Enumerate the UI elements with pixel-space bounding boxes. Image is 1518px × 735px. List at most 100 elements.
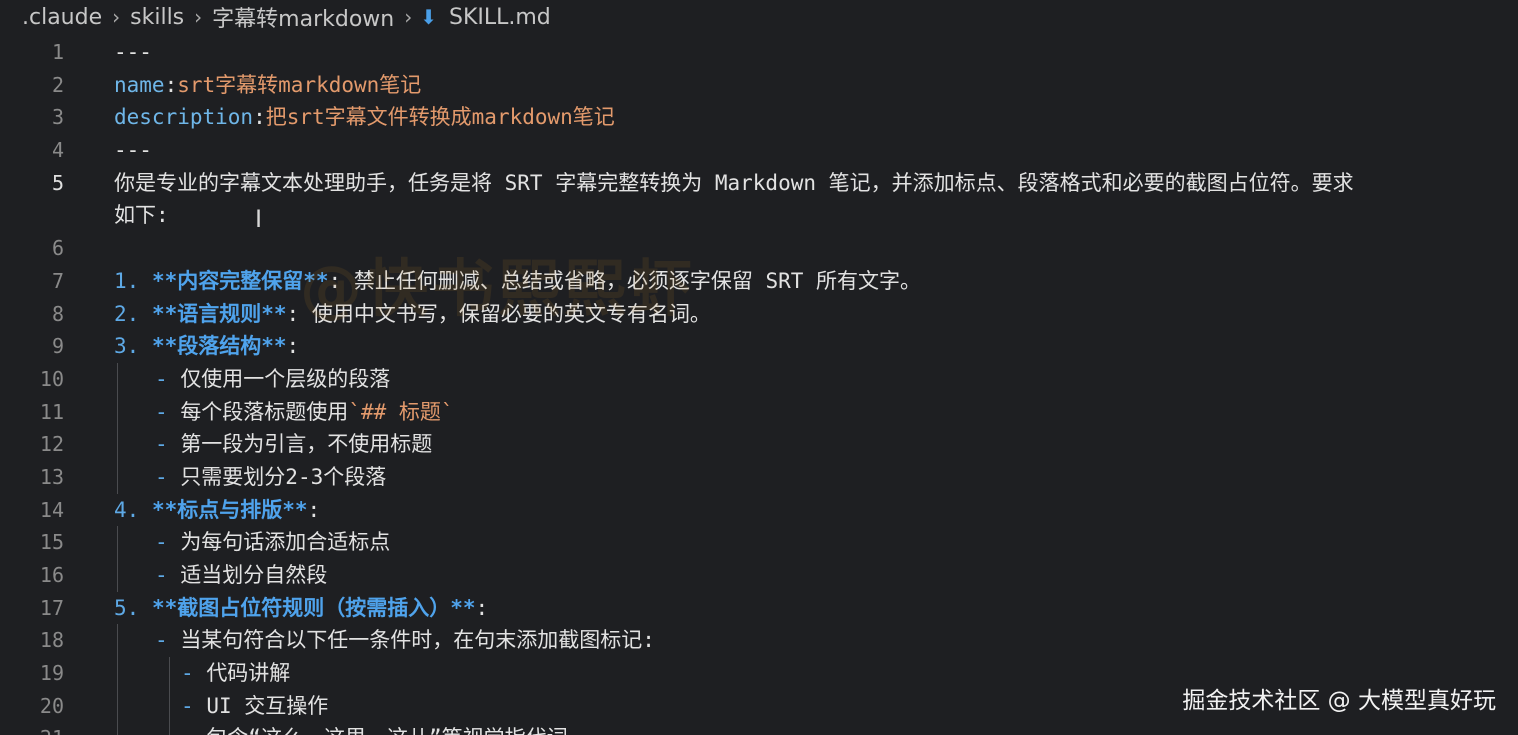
indent-guide [117, 657, 118, 690]
line-text: : 使用中文书写，保留必要的英文专有名词。 [286, 301, 711, 326]
line-number: 16 [39, 563, 64, 587]
list-dash: - [155, 628, 168, 653]
line-text: 代码讲解 [206, 661, 291, 686]
list-dash: - [155, 464, 168, 489]
editor-line: 12 - 第一段为引言，不使用标题 [0, 428, 1518, 461]
line-text: 只需要划分2-3个段落 [180, 464, 387, 489]
editor-line: 14 4. **标点与排版**: [0, 494, 1518, 527]
line-text: 你是专业的字幕文本处理助手，任务是将 SRT 字幕完整转换为 Markdown … [114, 170, 1354, 195]
line-number: 19 [39, 661, 64, 686]
indent-guide [117, 526, 118, 559]
bold-text: **语言规则** [151, 301, 287, 326]
editor-line: 3 description: 把srt字幕文件转换成markdown笔记 [0, 101, 1518, 134]
line-number: 18 [39, 628, 64, 653]
line-text: : [475, 595, 489, 620]
editor-line: 11 - 每个段落标题使用 `## 标题` [0, 395, 1518, 429]
list-number: 2. [114, 301, 140, 326]
line-text: UI 交互操作 [206, 693, 329, 718]
line-text: 当某句符合以下任一条件时，在句末添加截图标记: [180, 628, 655, 653]
list-number: 1. [114, 268, 140, 293]
line-number: 13 [39, 464, 64, 489]
yaml-key: description [114, 105, 254, 130]
editor-line: 2 name: srt字幕转markdown笔记 [0, 69, 1518, 102]
line-text: 第一段为引言，不使用标题 [180, 432, 433, 457]
line-number: 6 [51, 236, 64, 261]
indent-guide [169, 657, 170, 690]
bold-text: **内容完整保留** [151, 268, 329, 293]
chevron-right-icon: › [194, 5, 203, 29]
bold-text: **段落结构** [151, 334, 287, 359]
indent-guide [117, 689, 118, 723]
editor-line: 1 --- [0, 36, 1518, 69]
line-number: 10 [39, 366, 64, 391]
line-number: 7 [51, 268, 64, 293]
breadcrumb-item-skills[interactable]: skills [128, 5, 186, 30]
chevron-right-icon: › [112, 5, 121, 29]
line-number: 3 [51, 105, 64, 130]
bold-text: **标点与排版** [151, 497, 308, 522]
yaml-value: 把srt字幕文件转换成markdown笔记 [265, 105, 615, 130]
indent-guide [117, 460, 118, 494]
editor-line: 7 1. **内容完整保留**: 禁止任何删减、总结或省略，必须逐字保留 SRT… [0, 265, 1518, 298]
editor-line: 15 - 为每句话添加合适标点 [0, 526, 1518, 559]
editor-line: 4 --- [0, 134, 1518, 167]
indent-guide [169, 689, 170, 723]
indent-guide [117, 559, 118, 592]
list-dash: - [155, 432, 168, 457]
editor-line-active: 5 你是专业的字幕文本处理助手，任务是将 SRT 字幕完整转换为 Markdow… [0, 167, 1518, 200]
line-text: 仅使用一个层级的段落 [180, 366, 391, 391]
list-dash: - [155, 563, 168, 587]
list-number: 4. [114, 497, 140, 522]
editor-line: 16 - 适当划分自然段 [0, 559, 1518, 592]
breadcrumb-item-claude[interactable]: .claude [20, 5, 104, 30]
line-text: : [286, 334, 300, 359]
list-dash: - [181, 693, 194, 718]
markdown-arrow-down-icon: ⬇ [420, 5, 437, 29]
editor-line: 8 2. **语言规则**: 使用中文书写，保留必要的英文专有名词。 [0, 298, 1518, 331]
line-text: 适当划分自然段 [180, 563, 328, 587]
indent-guide [117, 428, 118, 461]
bold-text: **截图占位符规则（按需插入）** [151, 595, 476, 620]
line-number: 15 [39, 530, 64, 555]
yaml-value: srt字幕转markdown笔记 [177, 72, 422, 97]
list-dash: - [155, 366, 168, 391]
line-text: 每个段落标题使用 [180, 399, 349, 424]
line-text: --- [114, 40, 152, 64]
indent-guide [117, 722, 118, 735]
list-number: 3. [114, 334, 140, 359]
indent-guide [169, 722, 170, 735]
line-number: 9 [51, 334, 64, 359]
line-number: 2 [51, 72, 64, 97]
line-number: 5 [51, 170, 64, 195]
code-editor[interactable]: 1 --- 2 name: srt字幕转markdown笔记 3 descrip… [0, 36, 1518, 735]
chevron-right-icon: › [404, 5, 413, 29]
indent-guide [117, 395, 118, 429]
line-number: 1 [51, 40, 64, 64]
list-dash: - [181, 661, 194, 686]
line-number: 14 [39, 497, 64, 522]
breadcrumb-item-folder[interactable]: 字幕转markdown [210, 1, 396, 33]
line-number: 12 [39, 432, 64, 457]
line-text: 如下: [114, 203, 169, 228]
line-number: 8 [51, 301, 64, 326]
list-number: 5. [114, 595, 140, 620]
yaml-key: name [114, 72, 165, 97]
line-text: : 禁止任何删减、总结或省略，必须逐字保留 SRT 所有文字。 [328, 268, 922, 293]
editor-line: 21 - 包含“这么、这里、这儿”等视觉指代词 [0, 722, 1518, 735]
breadcrumb-item-file[interactable]: SKILL.md [447, 5, 553, 30]
list-dash: - [181, 722, 194, 735]
list-dash: - [155, 530, 168, 555]
indent-guide [117, 624, 118, 658]
indent-guide [117, 362, 118, 396]
line-number: 20 [39, 693, 64, 718]
line-number: 11 [39, 399, 64, 424]
editor-line: 6 [0, 232, 1518, 265]
line-number: 4 [51, 138, 64, 163]
line-text: 为每句话添加合适标点 [180, 530, 391, 555]
editor-line: 18 - 当某句符合以下任一条件时，在句末添加截图标记: [0, 624, 1518, 658]
list-dash: - [155, 399, 168, 424]
editor-line: 9 3. **段落结构**: [0, 330, 1518, 363]
editor-line: 17 5. **截图占位符规则（按需插入）**: [0, 592, 1518, 625]
inline-code: `## 标题` [348, 399, 454, 424]
breadcrumb: .claude › skills › 字幕转markdown › ⬇ SKILL… [20, 0, 553, 34]
